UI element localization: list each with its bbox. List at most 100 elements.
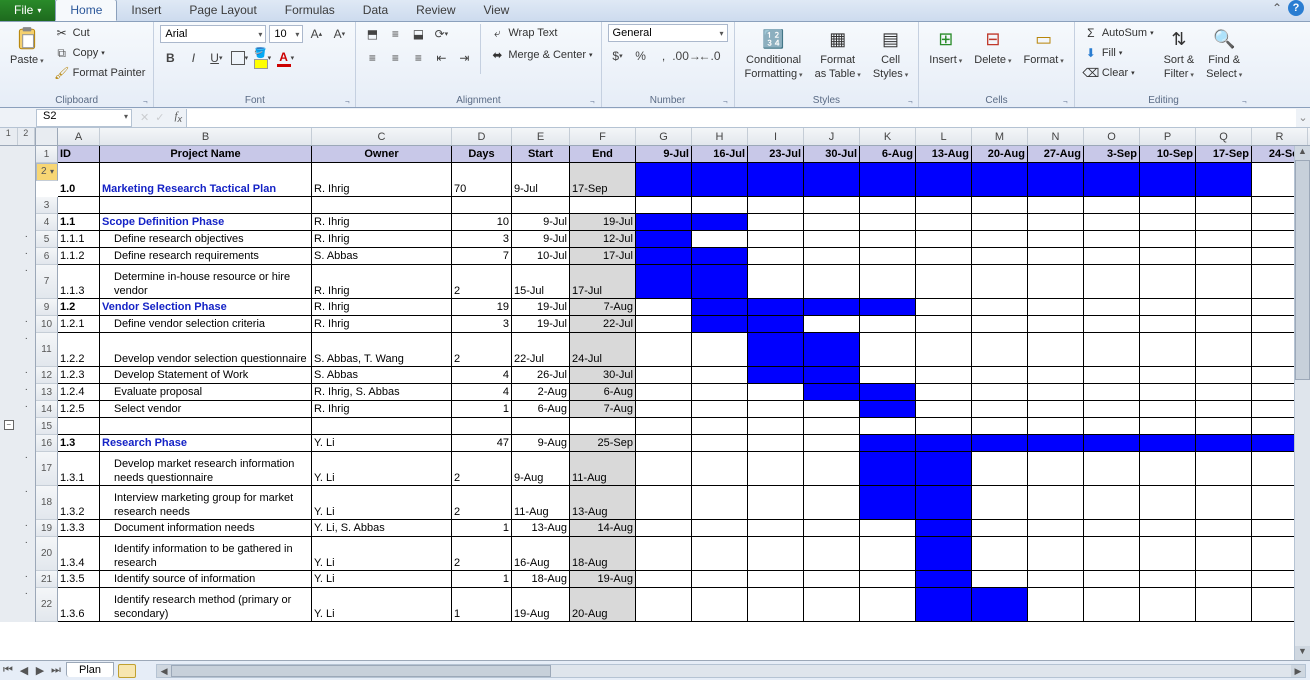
outline-row[interactable] (0, 452, 35, 486)
gantt-cell[interactable] (748, 588, 804, 622)
conditional-formatting-button[interactable]: 🔢ConditionalFormatting (741, 24, 807, 82)
number-format-select[interactable]: General (608, 24, 728, 42)
clear-button[interactable]: ⌫Clear▾ (1081, 64, 1156, 82)
gantt-cell[interactable] (1196, 265, 1252, 299)
tab-page-layout[interactable]: Page Layout (175, 0, 270, 21)
gantt-cell[interactable] (916, 231, 972, 248)
gantt-cell[interactable] (972, 231, 1028, 248)
gantt-cell[interactable] (804, 299, 860, 316)
hscroll-thumb[interactable] (171, 665, 551, 677)
column-header-K[interactable]: K (860, 128, 916, 145)
header-date-3[interactable]: 30-Jul (804, 146, 860, 163)
header-days[interactable]: Days (452, 146, 512, 163)
outline-row[interactable] (0, 435, 35, 452)
row-header-9[interactable]: 9 (36, 299, 58, 316)
gantt-cell[interactable] (804, 333, 860, 367)
outline-level-header[interactable]: 1 2 (0, 128, 36, 146)
gantt-cell[interactable] (1028, 367, 1084, 384)
gantt-cell[interactable] (1028, 588, 1084, 622)
outline-row[interactable] (0, 231, 35, 248)
gantt-cell[interactable] (860, 520, 916, 537)
cell-id[interactable]: 1.3.3 (58, 520, 100, 537)
outline-row[interactable] (0, 537, 35, 571)
cell-end[interactable]: 17-Jul (570, 248, 636, 265)
increase-indent-button[interactable]: ⇥ (454, 48, 474, 68)
gantt-cell[interactable] (636, 520, 692, 537)
row-header-1[interactable]: 1 (36, 146, 58, 163)
gantt-cell[interactable] (916, 316, 972, 333)
column-header-Q[interactable]: Q (1196, 128, 1252, 145)
copy-button[interactable]: ⧉Copy▾ (52, 44, 148, 62)
cell-start[interactable]: 19-Jul (512, 316, 570, 333)
gantt-cell[interactable] (1084, 384, 1140, 401)
cell-owner[interactable]: R. Ihrig (312, 299, 452, 316)
gantt-cell[interactable] (636, 231, 692, 248)
gantt-cell[interactable] (916, 520, 972, 537)
cell-end[interactable]: 19-Aug (570, 571, 636, 588)
gantt-cell[interactable] (748, 214, 804, 231)
cell[interactable] (1140, 197, 1196, 214)
cell-days[interactable]: 2 (452, 265, 512, 299)
gantt-cell[interactable] (636, 299, 692, 316)
underline-button[interactable]: U▾ (206, 48, 226, 68)
scroll-right-button[interactable]: ▶ (1291, 665, 1305, 677)
format-as-table-button[interactable]: ▦Formatas Table (811, 24, 865, 82)
cell[interactable] (452, 197, 512, 214)
gantt-cell[interactable] (1140, 333, 1196, 367)
gantt-cell[interactable] (692, 384, 748, 401)
row-header-5[interactable]: 5 (36, 231, 58, 248)
gantt-cell[interactable] (860, 214, 916, 231)
gantt-cell[interactable] (972, 486, 1028, 520)
outline-row[interactable] (0, 571, 35, 588)
gantt-cell[interactable] (860, 163, 916, 197)
gantt-cell[interactable] (804, 452, 860, 486)
align-middle-button[interactable]: ≡ (385, 24, 405, 44)
gantt-cell[interactable] (1196, 588, 1252, 622)
cell-name[interactable]: Scope Definition Phase (100, 214, 312, 231)
gantt-cell[interactable] (916, 435, 972, 452)
gantt-cell[interactable] (1140, 299, 1196, 316)
autosum-button[interactable]: ΣAutoSum▾ (1081, 24, 1156, 42)
gantt-cell[interactable] (636, 248, 692, 265)
sheet-nav-last[interactable]: ⏭ (48, 664, 64, 677)
gantt-cell[interactable] (636, 214, 692, 231)
cell[interactable] (1140, 418, 1196, 435)
gantt-cell[interactable] (1084, 571, 1140, 588)
gantt-cell[interactable] (916, 588, 972, 622)
paste-button[interactable]: Paste (6, 24, 48, 68)
tab-insert[interactable]: Insert (117, 0, 175, 21)
cell[interactable] (748, 418, 804, 435)
cell-days[interactable]: 1 (452, 401, 512, 418)
cell-owner[interactable]: Y. Li (312, 537, 452, 571)
cell-start[interactable]: 22-Jul (512, 333, 570, 367)
gantt-cell[interactable] (972, 571, 1028, 588)
cell-name[interactable]: Determine in-house resource or hire vend… (100, 265, 312, 299)
row-header-7[interactable]: 7 (36, 265, 58, 299)
cell[interactable] (1084, 418, 1140, 435)
cell-days[interactable]: 3 (452, 231, 512, 248)
decrease-indent-button[interactable]: ⇤ (431, 48, 451, 68)
cell-start[interactable]: 11-Aug (512, 486, 570, 520)
header-date-6[interactable]: 20-Aug (972, 146, 1028, 163)
column-header-H[interactable]: H (692, 128, 748, 145)
cell-end[interactable]: 6-Aug (570, 384, 636, 401)
gantt-cell[interactable] (748, 401, 804, 418)
sheet-tab-plan[interactable]: Plan (66, 662, 114, 677)
row-header-19[interactable]: 19 (36, 520, 58, 537)
cell-id[interactable]: 1.2.4 (58, 384, 100, 401)
row-header-16[interactable]: 16 (36, 435, 58, 452)
gantt-cell[interactable] (916, 486, 972, 520)
group-label-font[interactable]: Font (160, 94, 349, 107)
gantt-cell[interactable] (860, 384, 916, 401)
cell-days[interactable]: 19 (452, 299, 512, 316)
cell-owner[interactable]: S. Abbas (312, 248, 452, 265)
scroll-down-button[interactable]: ▼ (1295, 646, 1310, 660)
grow-font-button[interactable]: A▴ (306, 24, 326, 44)
outline-row[interactable] (0, 163, 35, 197)
cut-button[interactable]: ✂Cut (52, 24, 148, 42)
gantt-cell[interactable] (748, 537, 804, 571)
sort-filter-button[interactable]: ⇅Sort &Filter (1160, 24, 1199, 82)
row-header-4[interactable]: 4 (36, 214, 58, 231)
cell-owner[interactable]: Y. Li (312, 435, 452, 452)
gantt-cell[interactable] (972, 299, 1028, 316)
